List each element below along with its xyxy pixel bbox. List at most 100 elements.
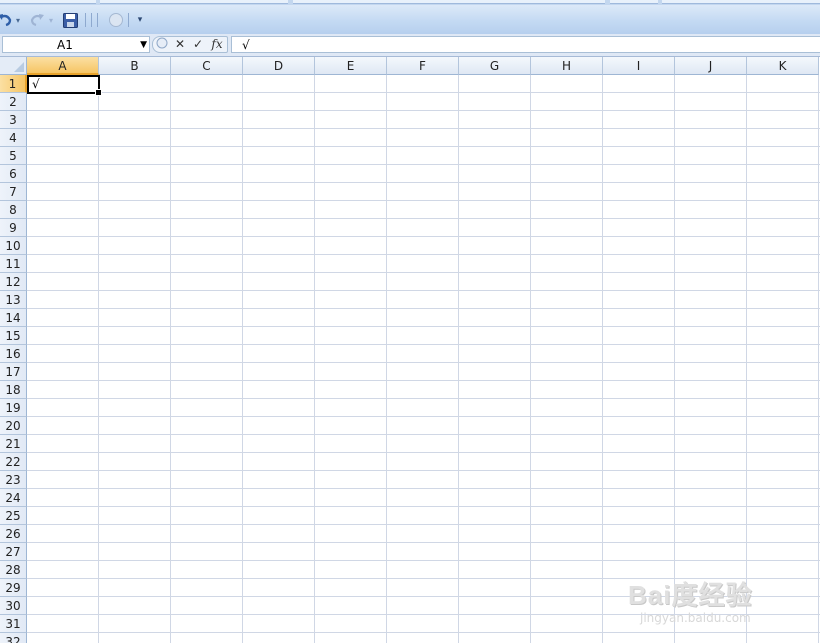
toolbar-separator [97, 13, 98, 27]
column-header-b[interactable]: B [99, 57, 171, 75]
column-gridline [242, 75, 243, 643]
column-header-k[interactable]: K [747, 57, 819, 75]
column-header-i[interactable]: I [603, 57, 675, 75]
insert-function-icon[interactable]: fx [209, 37, 225, 52]
row-header-11[interactable]: 11 [0, 255, 27, 273]
column-header-h[interactable]: H [531, 57, 603, 75]
row-gridline [27, 380, 820, 381]
save-icon[interactable] [61, 11, 79, 29]
row-header-30[interactable]: 30 [0, 597, 27, 615]
row-header-20[interactable]: 20 [0, 417, 27, 435]
column-gridline [602, 75, 603, 643]
row-header-32[interactable]: 32 [0, 633, 27, 643]
row-gridline [27, 434, 820, 435]
expand-circle-icon[interactable] [155, 37, 169, 52]
row-gridline [27, 506, 820, 507]
row-header-8[interactable]: 8 [0, 201, 27, 219]
row-gridline [27, 272, 820, 273]
row-gridline [27, 470, 820, 471]
row-header-9[interactable]: 9 [0, 219, 27, 237]
formula-input[interactable]: √ [231, 36, 820, 53]
select-all-corner[interactable] [0, 57, 27, 75]
row-header-7[interactable]: 7 [0, 183, 27, 201]
row-gridline [27, 128, 820, 129]
row-gridline [27, 488, 820, 489]
row-header-27[interactable]: 27 [0, 543, 27, 561]
column-gridline [458, 75, 459, 643]
row-header-19[interactable]: 19 [0, 399, 27, 417]
row-gridline [27, 326, 820, 327]
column-gridline [746, 75, 747, 643]
redo-dropdown-icon[interactable]: ▾ [46, 11, 56, 29]
toolbar-separator [91, 13, 92, 27]
redo-icon[interactable] [28, 11, 46, 29]
row-gridline [27, 362, 820, 363]
row-header-23[interactable]: 23 [0, 471, 27, 489]
row-header-22[interactable]: 22 [0, 453, 27, 471]
row-header-25[interactable]: 25 [0, 507, 27, 525]
row-header-14[interactable]: 14 [0, 309, 27, 327]
row-header-4[interactable]: 4 [0, 129, 27, 147]
row-gridline [27, 110, 820, 111]
row-header-17[interactable]: 17 [0, 363, 27, 381]
undo-icon[interactable] [0, 11, 14, 29]
row-header-28[interactable]: 28 [0, 561, 27, 579]
formula-buttons: ✕ ✓ fx [152, 36, 228, 53]
name-box-dropdown-icon[interactable]: ▼ [140, 37, 147, 54]
row-gridline [27, 164, 820, 165]
column-header-j[interactable]: J [675, 57, 747, 75]
row-header-1[interactable]: 1 [0, 75, 27, 93]
row-header-13[interactable]: 13 [0, 291, 27, 309]
row-gridline [27, 398, 820, 399]
row-header-24[interactable]: 24 [0, 489, 27, 507]
row-header-3[interactable]: 3 [0, 111, 27, 129]
row-gridline [27, 218, 820, 219]
row-header-18[interactable]: 18 [0, 381, 27, 399]
worksheet-grid[interactable]: ABCDEFGHIJK 1 2 3 4 5 6 7 8 9 10 11 12 13 14 15 16 17 18 1… [0, 57, 820, 643]
active-cell[interactable]: √ [27, 75, 102, 96]
circle-button-icon[interactable] [107, 11, 125, 29]
tab-segment [662, 0, 820, 4]
row-header-12[interactable]: 12 [0, 273, 27, 291]
cancel-icon[interactable]: ✕ [173, 37, 187, 52]
row-header-15[interactable]: 15 [0, 327, 27, 345]
toolbar-separator [128, 13, 129, 27]
name-box[interactable]: A1 ▼ [2, 36, 150, 53]
row-header-6[interactable]: 6 [0, 165, 27, 183]
column-header-d[interactable]: D [243, 57, 315, 75]
row-header-5[interactable]: 5 [0, 147, 27, 165]
column-header-e[interactable]: E [315, 57, 387, 75]
column-gridline [674, 75, 675, 643]
name-box-value: A1 [57, 38, 73, 52]
row-gridline [27, 254, 820, 255]
column-gridline [98, 75, 99, 643]
row-header-26[interactable]: 26 [0, 525, 27, 543]
active-cell-value: √ [32, 77, 40, 91]
column-header-c[interactable]: C [171, 57, 243, 75]
row-header-2[interactable]: 2 [0, 93, 27, 111]
column-header-a[interactable]: A [27, 57, 99, 75]
row-gridline [27, 344, 820, 345]
baidu-watermark: Bai度经验 jingyan.baidu.com [628, 575, 788, 635]
column-gridline [818, 75, 819, 643]
undo-dropdown-icon[interactable]: ▾ [13, 11, 23, 29]
column-gridline [170, 75, 171, 643]
enter-icon[interactable]: ✓ [191, 37, 205, 52]
row-header-10[interactable]: 10 [0, 237, 27, 255]
tab-segment [0, 0, 96, 4]
row-gridline [27, 290, 820, 291]
row-gridline [27, 236, 820, 237]
row-header-29[interactable]: 29 [0, 579, 27, 597]
column-header-f[interactable]: F [387, 57, 459, 75]
row-header-21[interactable]: 21 [0, 435, 27, 453]
column-gridline [314, 75, 315, 643]
column-gridline [530, 75, 531, 643]
column-header-g[interactable]: G [459, 57, 531, 75]
row-header-16[interactable]: 16 [0, 345, 27, 363]
tab-segment [293, 0, 605, 4]
row-gridline [27, 524, 820, 525]
customize-toolbar-icon[interactable]: ▾ [131, 11, 149, 29]
watermark-url: jingyan.baidu.com [640, 611, 751, 625]
row-header-31[interactable]: 31 [0, 615, 27, 633]
watermark-brand: Bai度经验 [628, 580, 753, 610]
